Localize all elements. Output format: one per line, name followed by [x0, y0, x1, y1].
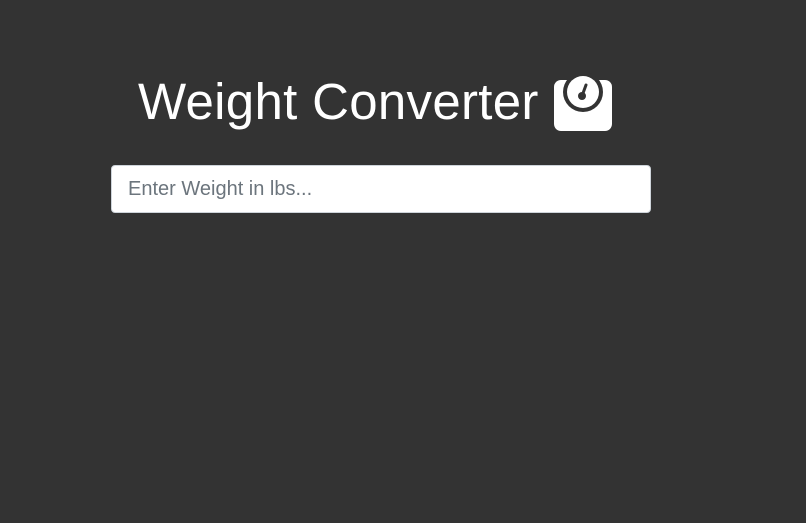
- weight-converter-page: Weight Converter: [0, 0, 806, 523]
- weight-input[interactable]: [111, 165, 651, 213]
- weight-scale-icon: [553, 73, 612, 131]
- page-title: Weight Converter: [138, 73, 539, 130]
- weight-input-container: [111, 165, 651, 213]
- page-header: Weight Converter: [138, 70, 612, 134]
